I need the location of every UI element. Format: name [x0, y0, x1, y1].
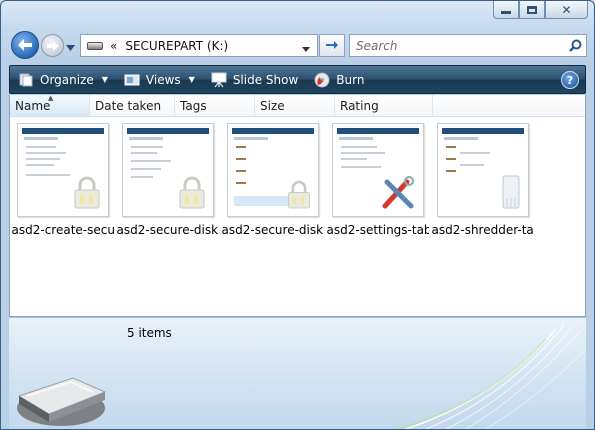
column-header-date-taken[interactable]: Date taken: [90, 95, 175, 116]
file-item[interactable]: asd2-secure-disk...: [220, 121, 325, 237]
tools-icon: [382, 176, 414, 209]
close-icon: ✕: [561, 2, 572, 17]
address-dropdown[interactable]: [302, 41, 310, 55]
slideshow-icon: [211, 72, 227, 88]
padlock-icon: [287, 180, 310, 209]
removable-drive-icon: [17, 377, 107, 426]
slideshow-button[interactable]: Slide Show: [203, 66, 306, 93]
organize-label: Organize: [40, 72, 94, 87]
maximize-button[interactable]: [519, 1, 545, 19]
command-bar: Organize ▼ Views ▼ Slide Show Burn ?: [9, 65, 586, 94]
caption-buttons: ✕: [493, 1, 588, 21]
column-header-label: Tags: [180, 98, 207, 113]
file-name[interactable]: asd2-shredder-tab: [432, 223, 534, 237]
organize-icon: [18, 72, 34, 88]
chevron-down-icon: [66, 45, 75, 51]
burn-icon: [314, 72, 330, 88]
file-thumbnail: [331, 123, 424, 217]
file-thumbnail: [121, 123, 214, 217]
drive-icon: [87, 41, 103, 50]
search-input[interactable]: Search: [356, 39, 564, 53]
column-headers: ▲ Name Date taken Tags Size Rating: [10, 94, 585, 117]
close-button[interactable]: ✕: [545, 1, 588, 19]
file-name[interactable]: asd2-secure-disk...: [222, 223, 324, 237]
organize-menu[interactable]: Organize ▼: [10, 66, 116, 93]
back-button[interactable]: [11, 31, 39, 59]
file-thumbnail: [16, 123, 109, 217]
chevron-down-icon: ▼: [101, 75, 108, 84]
shredder-icon: [502, 175, 519, 209]
minimize-icon: [501, 11, 511, 14]
padlock-icon: [179, 176, 204, 209]
sort-ascending-icon: ▲: [48, 94, 54, 102]
forward-arrow-icon: [46, 40, 59, 51]
burn-label: Burn: [336, 72, 365, 87]
padlock-icon: [74, 176, 99, 209]
file-item[interactable]: asd2-secure-disk...: [115, 121, 220, 237]
column-header-label: Name: [15, 98, 51, 113]
refresh-icon: [326, 40, 338, 49]
forward-button[interactable]: [41, 34, 64, 57]
decorative-swoosh: [395, 324, 586, 429]
file-thumbnail: [226, 123, 319, 217]
file-list: asd2-create-secu... asd2-secure-disk...: [10, 121, 585, 237]
column-header-rating[interactable]: Rating: [335, 95, 433, 116]
chevron-down-icon: ▼: [188, 75, 195, 84]
column-header-label: Size: [260, 98, 285, 113]
column-header-label: Date taken: [95, 98, 162, 113]
navigation-bar: « SECUREPART (K:) Search: [9, 29, 587, 61]
file-thumbnail: [436, 123, 529, 217]
slideshow-label: Slide Show: [232, 72, 299, 87]
minimize-button[interactable]: [493, 1, 519, 19]
file-item[interactable]: asd2-create-secu...: [10, 121, 115, 237]
file-item[interactable]: asd2-shredder-tab: [430, 121, 535, 237]
column-header-size[interactable]: Size: [255, 95, 335, 116]
breadcrumb-overflow[interactable]: «: [110, 39, 117, 53]
views-menu[interactable]: Views ▼: [116, 66, 203, 93]
views-icon: [124, 72, 140, 88]
search-button[interactable]: [564, 39, 586, 52]
chevron-down-icon: [302, 47, 310, 52]
burn-button[interactable]: Burn: [306, 66, 372, 93]
column-header-label: Rating: [340, 98, 379, 113]
back-arrow-icon: [18, 39, 32, 51]
column-header-name[interactable]: ▲ Name: [10, 94, 90, 116]
help-icon: ?: [566, 73, 574, 87]
help-button[interactable]: ?: [561, 71, 579, 89]
search-icon: [568, 39, 581, 52]
file-name[interactable]: asd2-secure-disk...: [117, 223, 219, 237]
search-box[interactable]: Search: [349, 34, 587, 57]
breadcrumb-path[interactable]: SECUREPART (K:): [125, 39, 228, 53]
views-label: Views: [145, 72, 181, 87]
maximize-icon: [527, 5, 537, 14]
explorer-window: ✕ « SECUREPART (K:) Search Organize ▼ Vi…: [0, 0, 595, 430]
details-pane: 5 items: [9, 317, 586, 429]
file-name[interactable]: asd2-settings-tab: [327, 223, 429, 237]
file-item[interactable]: asd2-settings-tab: [325, 121, 430, 237]
address-bar[interactable]: « SECUREPART (K:): [80, 34, 318, 57]
refresh-button[interactable]: [319, 34, 345, 57]
recent-pages-dropdown[interactable]: [66, 40, 75, 54]
file-name[interactable]: asd2-create-secu...: [12, 223, 114, 237]
file-view: ▲ Name Date taken Tags Size Rating asd2-…: [9, 94, 586, 317]
column-header-tags[interactable]: Tags: [175, 95, 255, 116]
item-count: 5 items: [127, 326, 172, 340]
